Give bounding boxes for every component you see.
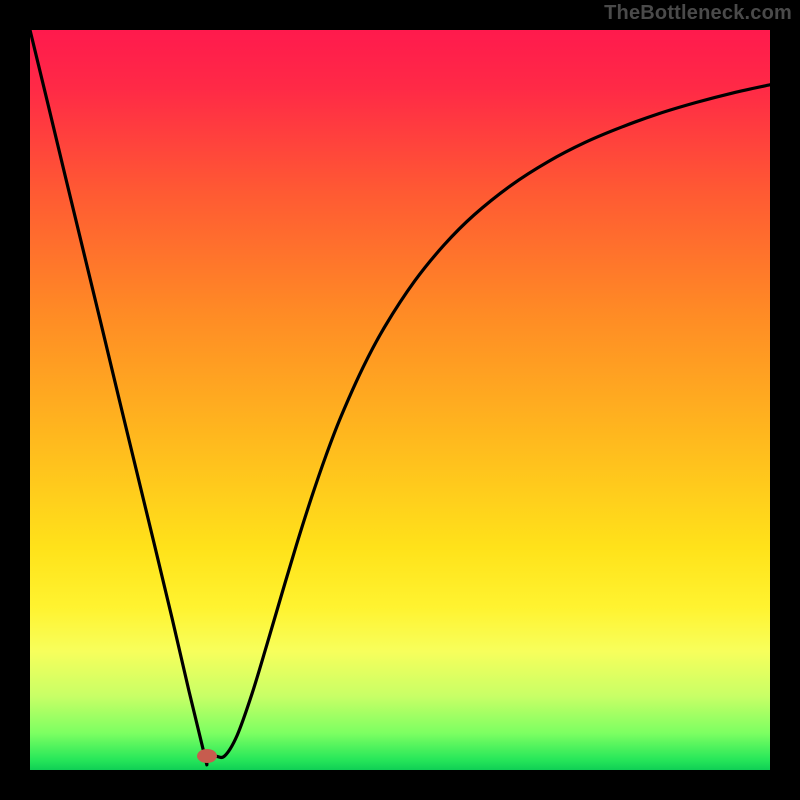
gradient-background [30, 30, 770, 770]
chart-frame: TheBottleneck.com [0, 0, 800, 800]
watermark-text: TheBottleneck.com [604, 2, 792, 25]
plot-area [30, 30, 770, 770]
optimal-point-marker [197, 749, 217, 763]
bottleneck-chart [30, 30, 770, 770]
